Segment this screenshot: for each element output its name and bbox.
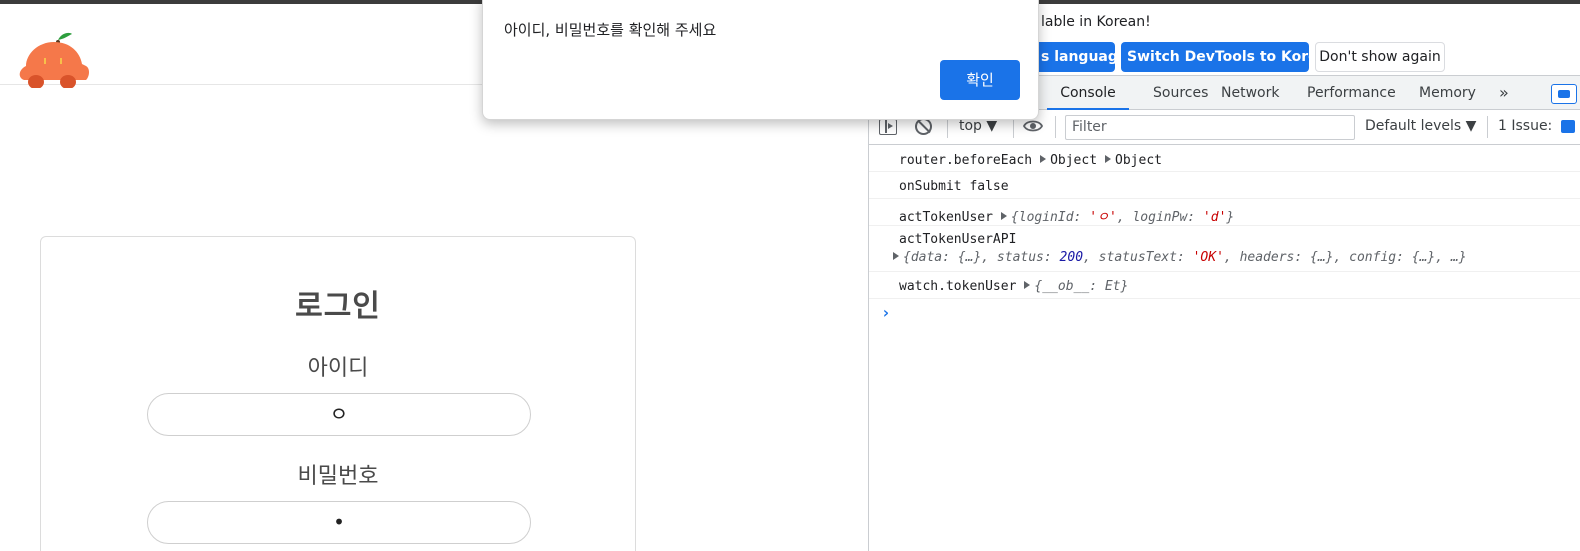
expand-triangle-icon[interactable] [1040,155,1047,163]
more-tabs-icon[interactable]: » [1499,76,1509,110]
alert-ok-button[interactable]: 확인 [940,60,1020,100]
log-levels-dropdown[interactable]: Default levels ▼ [1365,118,1476,134]
object-preview[interactable]: Object [1050,153,1097,168]
log-message: actTokenUserAPI [899,232,1017,247]
console-log-row: actTokenUserAPI {data: {…}, status: 200,… [869,226,1580,272]
id-input[interactable]: ㅇ [147,393,531,436]
issues-badge-icon[interactable] [1551,84,1577,104]
tab-sources[interactable]: Sources [1153,76,1208,110]
toolbar-divider [1055,116,1056,138]
password-label: 비밀번호 [297,464,379,489]
switch-devtools-korean-button[interactable]: Switch DevTools to Korean [1121,42,1337,72]
object-preview[interactable]: Object [1115,153,1162,168]
log-message: actTokenUser [899,210,993,225]
console-log-row: router.beforeEach Object Object [869,145,1580,172]
always-match-language-button[interactable]: s language [1035,42,1127,72]
id-label: 아이디 [307,356,369,381]
console-output: router.beforeEach Object Object onSubmit f… [869,145,1580,551]
console-log-row: actTokenUser {loginId: 'ㅇ', loginPw: 'd'} [869,199,1580,226]
clear-console-icon[interactable] [915,118,932,135]
tangerine-car-logo[interactable] [18,30,90,88]
object-preview[interactable]: {data: {…}, status: 200, statusText: 'OK… [903,250,1467,265]
alert-message: 아이디, 비밀번호를 확인해 주세요 [504,21,717,39]
issues-counter[interactable]: 1 Issue: [1498,118,1552,134]
object-preview[interactable]: {loginId: 'ㅇ', loginPw: 'd'} [1011,210,1234,225]
tab-console[interactable]: Console [1047,76,1129,110]
expand-triangle-icon[interactable] [1024,281,1031,289]
live-expression-eye-icon[interactable] [1023,119,1043,133]
console-prompt-icon[interactable]: › [881,303,891,322]
expand-triangle-icon[interactable] [1000,212,1007,220]
issue-icon [1561,120,1575,133]
toolbar-divider [1487,116,1488,138]
log-message: watch.tokenUser [899,279,1017,294]
expand-triangle-icon[interactable] [1105,155,1112,163]
infobar-message: lable in Korean! [1041,14,1151,30]
context-selector[interactable]: top ▼ [959,118,997,134]
alert-dialog: 아이디, 비밀번호를 확인해 주세요 확인 [482,0,1039,120]
log-message: onSubmit false [899,179,1009,194]
filter-input[interactable]: Filter [1065,115,1355,140]
login-card: 로그인 아이디 ㅇ 비밀번호 • [40,236,636,551]
password-input[interactable]: • [147,501,531,544]
tab-network[interactable]: Network [1221,76,1279,110]
console-log-row: onSubmit false [869,172,1580,199]
expand-triangle-icon[interactable] [893,252,899,260]
object-preview[interactable]: {__ob__: Et} [1034,279,1128,294]
tab-performance[interactable]: Performance [1307,76,1396,110]
dont-show-again-button[interactable]: Don't show again [1315,42,1445,72]
log-message: router.beforeEach [899,153,1033,168]
console-log-row: watch.tokenUser {__ob__: Et} [869,272,1580,299]
show-sidebar-icon[interactable] [879,119,897,135]
tab-memory[interactable]: Memory [1419,76,1476,110]
login-title: 로그인 [295,289,381,324]
